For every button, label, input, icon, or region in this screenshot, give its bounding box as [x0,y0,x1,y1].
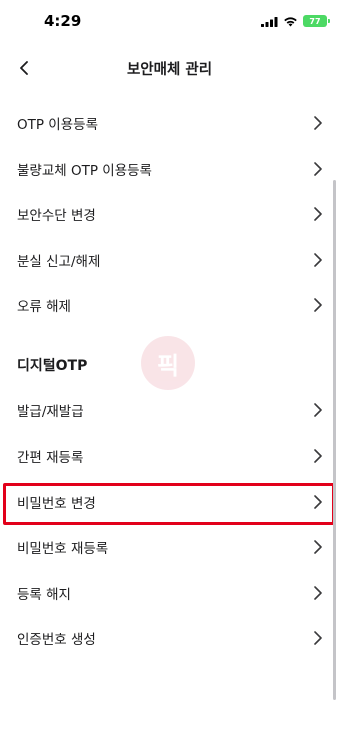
menu-item-password-reregister[interactable]: 비밀번호 재등록 [0,524,339,570]
menu-item-loss-report[interactable]: 분실 신고/해제 [0,237,339,283]
menu-item-label: 등록 해지 [17,587,71,603]
chevron-right-icon [314,298,322,312]
menu-item-label: 간편 재등록 [17,450,84,466]
chevron-right-icon [314,449,322,463]
chevron-right-icon [314,631,322,645]
menu-item-password-change[interactable]: 비밀번호 변경 [0,479,339,525]
menu-item-issue-reissue[interactable]: 발급/재발급 [0,387,339,433]
section-title-digital-otp: 디지털OTP [17,358,88,374]
menu-item-label: 발급/재발급 [17,404,84,420]
header: 보안매체 관리 [0,46,339,90]
menu-item-unregister[interactable]: 등록 해지 [0,570,339,616]
wifi-icon [284,16,297,26]
battery-icon: 77 [303,15,330,27]
menu-item-label: 인증번호 생성 [17,632,96,648]
menu-item-security-method-change[interactable]: 보안수단 변경 [0,191,339,237]
status-icons: 77 [261,14,330,28]
chevron-right-icon [314,586,322,600]
menu-item-label: OTP 이용등록 [17,117,98,133]
chevron-right-icon [314,116,322,130]
watermark-badge: 픽 [141,336,195,390]
menu-item-label: 오류 해제 [17,299,71,315]
menu-item-simple-reregister[interactable]: 간편 재등록 [0,433,339,479]
menu-item-auth-number-generate[interactable]: 인증번호 생성 [0,615,339,661]
chevron-right-icon [314,253,322,267]
screen: 4:29 77 보안매체 관리 OTP 이용등록 불량교체 OTP 이용등록 보… [0,0,339,730]
page-title: 보안매체 관리 [126,62,213,78]
cellular-signal-icon [261,16,278,27]
chevron-right-icon [314,162,322,176]
status-bar: 4:29 77 [0,0,339,44]
menu-item-error-release[interactable]: 오류 해제 [0,282,339,328]
watermark-text: 픽 [156,351,180,380]
menu-item-defect-otp-register[interactable]: 불량교체 OTP 이용등록 [0,146,339,192]
chevron-right-icon [314,207,322,221]
chevron-right-icon [314,495,322,509]
scrollbar[interactable] [333,180,336,700]
menu-item-label: 비밀번호 재등록 [17,541,109,557]
menu-item-otp-register[interactable]: OTP 이용등록 [0,100,339,146]
menu-item-label: 불량교체 OTP 이용등록 [17,163,152,179]
menu-item-label: 비밀번호 변경 [17,496,96,512]
chevron-right-icon [314,403,322,417]
menu-item-label: 보안수단 변경 [17,208,96,224]
menu-item-label: 분실 신고/해제 [17,254,101,270]
status-time: 4:29 [44,12,82,30]
chevron-right-icon [314,540,322,554]
